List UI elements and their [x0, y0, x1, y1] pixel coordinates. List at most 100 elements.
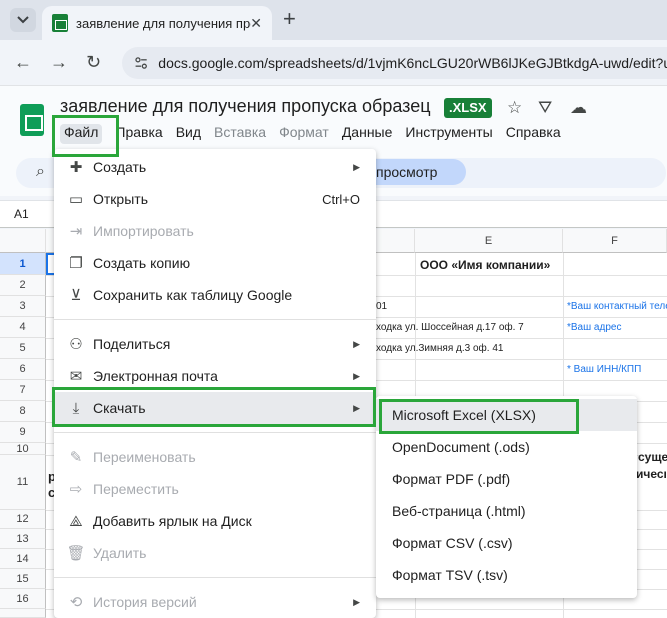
sheets-logo-icon[interactable] — [20, 104, 44, 136]
menu-file[interactable]: Файл — [60, 124, 103, 144]
tab-title: заявление для получения проп — [76, 15, 251, 31]
row-header[interactable]: 9 — [0, 422, 46, 443]
new-tab-button[interactable]: + — [283, 8, 296, 30]
cell-e1[interactable]: ООО «Имя компании» — [420, 258, 550, 272]
move-to-folder-icon[interactable]: ⛛ — [538, 98, 552, 118]
menu-separator — [54, 432, 376, 433]
row-header[interactable]: 5 — [0, 338, 46, 359]
browser-tab[interactable]: заявление для получения проп ✕ — [42, 6, 272, 40]
file-menu-open[interactable]: ▭ Открыть Ctrl+O — [54, 183, 376, 215]
select-all-corner[interactable] — [0, 229, 46, 253]
row-header[interactable]: 7 — [0, 380, 46, 401]
search-menus-icon[interactable]: ⌕ — [36, 163, 45, 181]
row-header[interactable]: 16 — [0, 589, 46, 609]
close-tab-icon[interactable]: ✕ — [250, 15, 262, 32]
cell-f11-line2[interactable]: ичесı — [636, 467, 667, 481]
file-menu-save-as-google[interactable]: ⊻ Сохранить как таблицу Google — [54, 279, 376, 311]
download-html[interactable]: Веб-страница (.html) — [376, 495, 637, 527]
download-icon: ⤓ — [72, 399, 80, 417]
row-header[interactable]: 12 — [0, 510, 46, 529]
menu-help[interactable]: Справка — [506, 124, 561, 144]
row-header[interactable]: 4 — [0, 317, 46, 338]
menu-separator — [54, 319, 376, 320]
cell-f11-line1[interactable]: суще — [638, 450, 667, 464]
file-menu-copy[interactable]: ❐ Создать копию — [54, 247, 376, 279]
row-header[interactable]: 11 — [0, 455, 46, 510]
document-title[interactable]: заявление для получения пропуска образец — [60, 96, 431, 117]
row-header[interactable]: 2 — [0, 275, 46, 296]
menu-insert[interactable]: Вставка — [214, 124, 266, 144]
menu-edit[interactable]: Правка — [115, 124, 162, 144]
download-tsv[interactable]: Формат TSV (.tsv) — [376, 559, 637, 591]
cell-d4[interactable]: ходка ул. Шоссейная д.17 оф. 7 — [376, 322, 524, 333]
plus-icon: ✚ — [69, 159, 83, 176]
menu-view[interactable]: Вид — [176, 124, 201, 144]
url-omnibox[interactable]: docs.google.com/spreadsheets/d/1vjmK6ncL… — [122, 47, 667, 79]
menu-tools[interactable]: Инструменты — [405, 124, 492, 144]
cell-f6[interactable]: * Ваш ИНН/КПП — [567, 364, 641, 375]
row-header[interactable]: 14 — [0, 549, 46, 569]
file-menu-version-history[interactable]: ⟲ История версий ▶ — [54, 586, 376, 618]
tab-search-button[interactable] — [10, 8, 36, 32]
save-icon: ⊻ — [70, 287, 82, 304]
cell-f4[interactable]: *Ваш адрес — [567, 322, 621, 333]
move-icon: ⇨ — [69, 481, 83, 498]
file-menu-delete[interactable]: 🗑 Удалить — [54, 537, 376, 569]
menu-data[interactable]: Данные — [342, 124, 393, 144]
sheets-header: заявление для получения пропуска образец… — [0, 86, 667, 154]
menu-bar: Файл Правка Вид Вставка Формат Данные Ин… — [60, 124, 574, 144]
file-menu-share[interactable]: ⚇ Поделиться ▶ — [54, 328, 376, 360]
back-arrow-icon[interactable]: ← — [14, 52, 32, 73]
row-header[interactable]: 8 — [0, 401, 46, 422]
column-header-e[interactable]: E — [415, 229, 563, 253]
menu-separator — [54, 577, 376, 578]
copy-icon: ❐ — [69, 255, 83, 272]
download-csv[interactable]: Формат CSV (.csv) — [376, 527, 637, 559]
share-icon: ⚇ — [69, 336, 83, 353]
cell-d3[interactable]: 01 — [376, 301, 387, 312]
download-pdf[interactable]: Формат PDF (.pdf) — [376, 463, 637, 495]
row-header[interactable]: 3 — [0, 296, 46, 317]
forward-arrow-icon[interactable]: → — [50, 52, 68, 73]
file-menu-create[interactable]: ✚ Создать ▶ — [54, 151, 376, 183]
cell-d5[interactable]: ходка ул.Зимняя д.3 оф. 41 — [376, 343, 503, 354]
file-menu-add-shortcut[interactable]: ⟁ Добавить ярлык на Диск — [54, 505, 376, 537]
site-settings-icon[interactable] — [134, 54, 148, 72]
submenu-arrow-icon: ▶ — [353, 338, 360, 349]
file-menu-import[interactable]: ⇥ Импортировать — [54, 215, 376, 247]
submenu-arrow-icon: ▶ — [353, 161, 360, 172]
row-header[interactable]: 1 — [0, 253, 46, 275]
submenu-arrow-icon: ▶ — [353, 370, 360, 381]
row-header[interactable]: 6 — [0, 359, 46, 380]
file-menu-download[interactable]: ⤓ Скачать ▶ — [54, 392, 376, 424]
browser-tab-bar: заявление для получения проп ✕ + — [0, 0, 667, 40]
menu-format[interactable]: Формат — [279, 124, 329, 144]
preview-label: просмотр — [376, 164, 438, 180]
column-header-f[interactable]: F — [563, 229, 667, 253]
file-menu-rename[interactable]: ✎ Переименовать — [54, 441, 376, 473]
file-menu-move[interactable]: ⇨ Переместить — [54, 473, 376, 505]
mail-icon: ✉ — [69, 368, 83, 385]
download-submenu: Microsoft Excel (XLSX) OpenDocument (.od… — [376, 396, 637, 598]
row-header[interactable]: 13 — [0, 529, 46, 549]
row-header[interactable] — [0, 609, 46, 618]
file-menu-dropdown: ✚ Создать ▶ ▭ Открыть Ctrl+O ⇥ Импортиро… — [54, 149, 376, 618]
selected-cell-a1[interactable] — [46, 253, 54, 275]
submenu-arrow-icon: ▶ — [353, 402, 360, 413]
file-menu-email[interactable]: ✉ Электронная почта ▶ — [54, 360, 376, 392]
name-box[interactable]: A1 — [14, 207, 29, 221]
chevron-down-icon — [17, 16, 29, 24]
reload-icon[interactable]: ↻ — [86, 52, 101, 73]
cloud-status-icon[interactable]: ☁ — [570, 98, 587, 118]
submenu-arrow-icon: ▶ — [353, 596, 360, 607]
address-bar-row: ← → ↻ docs.google.com/spreadsheets/d/1vj… — [0, 40, 667, 86]
trash-icon: 🗑 — [66, 545, 86, 562]
row-header[interactable]: 15 — [0, 569, 46, 589]
star-icon[interactable]: ☆ — [507, 98, 522, 118]
download-xlsx[interactable]: Microsoft Excel (XLSX) — [376, 399, 637, 431]
url-text: docs.google.com/spreadsheets/d/1vjmK6ncL… — [158, 55, 667, 71]
rename-icon: ✎ — [69, 449, 83, 466]
download-ods[interactable]: OpenDocument (.ods) — [376, 431, 637, 463]
cell-f3[interactable]: *Ваш контактный теле — [567, 301, 667, 312]
row-header[interactable]: 10 — [0, 443, 46, 455]
